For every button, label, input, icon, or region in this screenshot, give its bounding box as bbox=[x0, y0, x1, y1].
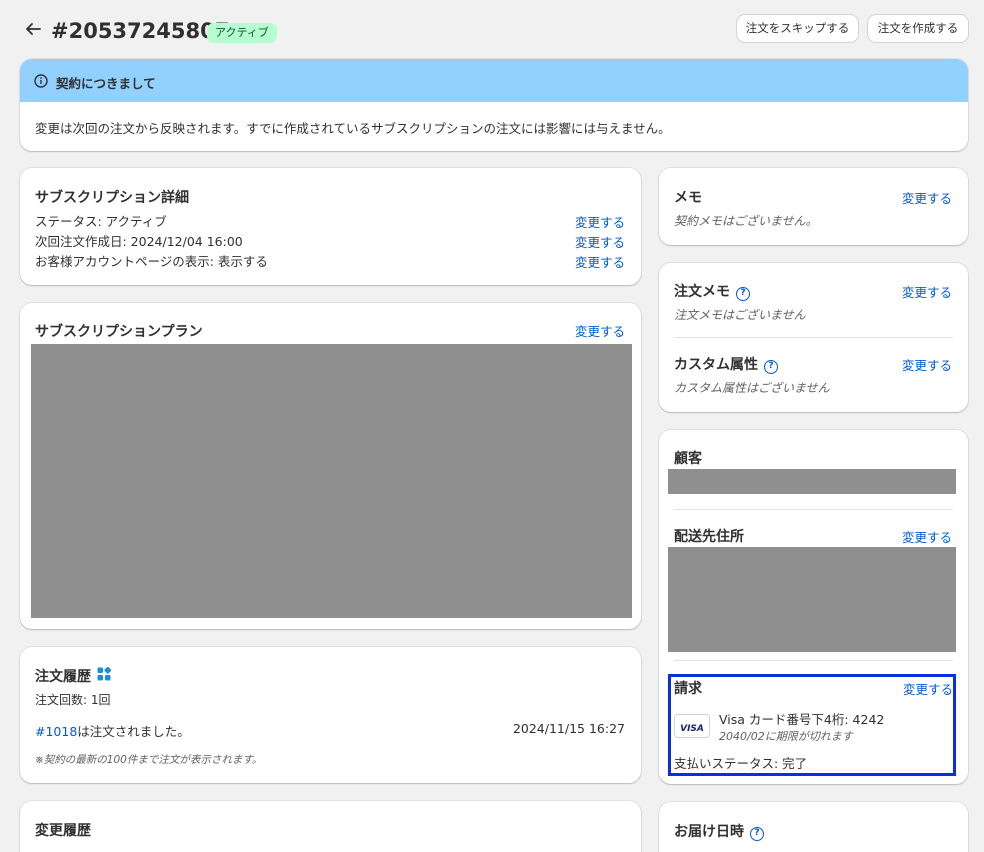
create-order-button[interactable]: 注文を作成する bbox=[868, 15, 968, 42]
order-link[interactable]: #1018 bbox=[35, 724, 77, 739]
plan-content-placeholder bbox=[31, 344, 632, 618]
billing-title: 請求 bbox=[674, 681, 702, 697]
info-icon bbox=[34, 73, 48, 88]
order-memo-empty: 注文メモはございません bbox=[674, 308, 806, 322]
order-memo-label: 注文メモ bbox=[674, 284, 730, 300]
billing-section: 請求 変更する VISA Visa カード番号下4桁: 4242 2040/02… bbox=[668, 674, 956, 776]
order-history-card: 注文履歴 注文回数: 1回 #1018は注文されました。 2024/11/15 … bbox=[20, 647, 641, 783]
change-order-memo-link[interactable]: 変更する bbox=[902, 282, 952, 301]
help-icon[interactable]: ? bbox=[750, 827, 764, 841]
account-page-row: お客様アカウントページの表示: 表示する bbox=[35, 254, 268, 269]
custom-attrs-label: カスタム属性 bbox=[674, 357, 758, 373]
customer-title: 顧客 bbox=[674, 451, 702, 467]
shipping-address-placeholder bbox=[668, 547, 956, 652]
order-date: 2024/11/15 16:27 bbox=[512, 721, 625, 736]
change-status-link[interactable]: 変更する bbox=[575, 212, 625, 231]
subscription-details-card: サブスクリプション詳細 ステータス: アクティブ 変更する 次回注文作成日: 2… bbox=[20, 168, 641, 285]
help-icon[interactable]: ? bbox=[736, 287, 750, 301]
history-note: ※契約の最新の100件まで注文が表示されます。 bbox=[35, 754, 263, 766]
change-history-title: 変更履歴 bbox=[35, 823, 91, 839]
change-account-page-link[interactable]: 変更する bbox=[575, 252, 625, 271]
skip-order-button[interactable]: 注文をスキップする bbox=[737, 15, 858, 42]
divider bbox=[674, 660, 953, 661]
order-memo-title: 注文メモ? bbox=[674, 281, 750, 301]
customer-card: 顧客 配送先住所 変更する 請求 変更する VISA Visa カード番号下4桁… bbox=[659, 430, 968, 784]
change-next-order-link[interactable]: 変更する bbox=[575, 232, 625, 251]
change-history-card: 変更履歴 bbox=[20, 801, 641, 852]
change-plan-link[interactable]: 変更する bbox=[575, 321, 625, 340]
divider bbox=[674, 509, 953, 510]
change-billing-link[interactable]: 変更する bbox=[903, 679, 953, 698]
change-custom-attrs-link[interactable]: 変更する bbox=[902, 355, 952, 374]
divider bbox=[674, 337, 953, 338]
back-arrow-icon[interactable] bbox=[24, 20, 42, 38]
page-title: #20537245807 bbox=[51, 19, 230, 43]
banner-header bbox=[20, 59, 968, 102]
subscription-plan-card: サブスクリプションプラン 変更する bbox=[20, 303, 641, 629]
next-order-row: 次回注文作成日: 2024/12/04 16:00 bbox=[35, 234, 243, 249]
delivery-card: お届け日時? bbox=[659, 802, 968, 852]
memo-title: メモ bbox=[674, 190, 702, 206]
visa-card-icon: VISA bbox=[674, 714, 710, 738]
custom-attrs-title: カスタム属性? bbox=[674, 354, 778, 374]
help-icon[interactable]: ? bbox=[764, 360, 778, 374]
status-row: ステータス: アクティブ bbox=[35, 214, 167, 229]
card-expiry: 2040/02に期限が切れます bbox=[719, 730, 853, 743]
delivery-label: お届け日時 bbox=[674, 824, 744, 840]
order-entry-text: は注文されました。 bbox=[77, 724, 190, 739]
status-badge: アクティブ bbox=[207, 23, 277, 43]
memo-card: メモ 変更する 契約メモはございません。 bbox=[659, 168, 968, 245]
change-memo-link[interactable]: 変更する bbox=[902, 188, 952, 207]
shipping-title: 配送先住所 bbox=[674, 529, 744, 545]
card-number: Visa カード番号下4桁: 4242 bbox=[719, 712, 885, 727]
memo-empty: 契約メモはございません。 bbox=[674, 214, 818, 228]
payment-status: 支払いステータス: 完了 bbox=[674, 756, 808, 771]
banner-title: 契約につきまして bbox=[56, 76, 156, 91]
apps-icon bbox=[97, 666, 112, 681]
info-banner: 契約につきまして 変更は次回の注文から反映されます。すでに作成されているサブスク… bbox=[20, 59, 968, 151]
custom-attrs-empty: カスタム属性はございません bbox=[674, 381, 830, 395]
order-memo-card: 注文メモ? 変更する 注文メモはございません カスタム属性? 変更する カスタム… bbox=[659, 263, 968, 412]
delivery-title: お届け日時? bbox=[674, 821, 764, 841]
details-title: サブスクリプション詳細 bbox=[35, 190, 189, 206]
card-brand: VISA bbox=[680, 724, 704, 734]
banner-message: 変更は次回の注文から反映されます。すでに作成されているサブスクリプションの注文に… bbox=[35, 121, 671, 136]
plan-title: サブスクリプションプラン bbox=[35, 324, 203, 340]
history-title: 注文履歴 bbox=[35, 669, 91, 685]
customer-info-placeholder bbox=[668, 469, 956, 494]
change-shipping-link[interactable]: 変更する bbox=[902, 527, 952, 546]
order-count: 注文回数: 1回 bbox=[35, 693, 111, 707]
order-entry: #1018は注文されました。 bbox=[35, 721, 190, 740]
